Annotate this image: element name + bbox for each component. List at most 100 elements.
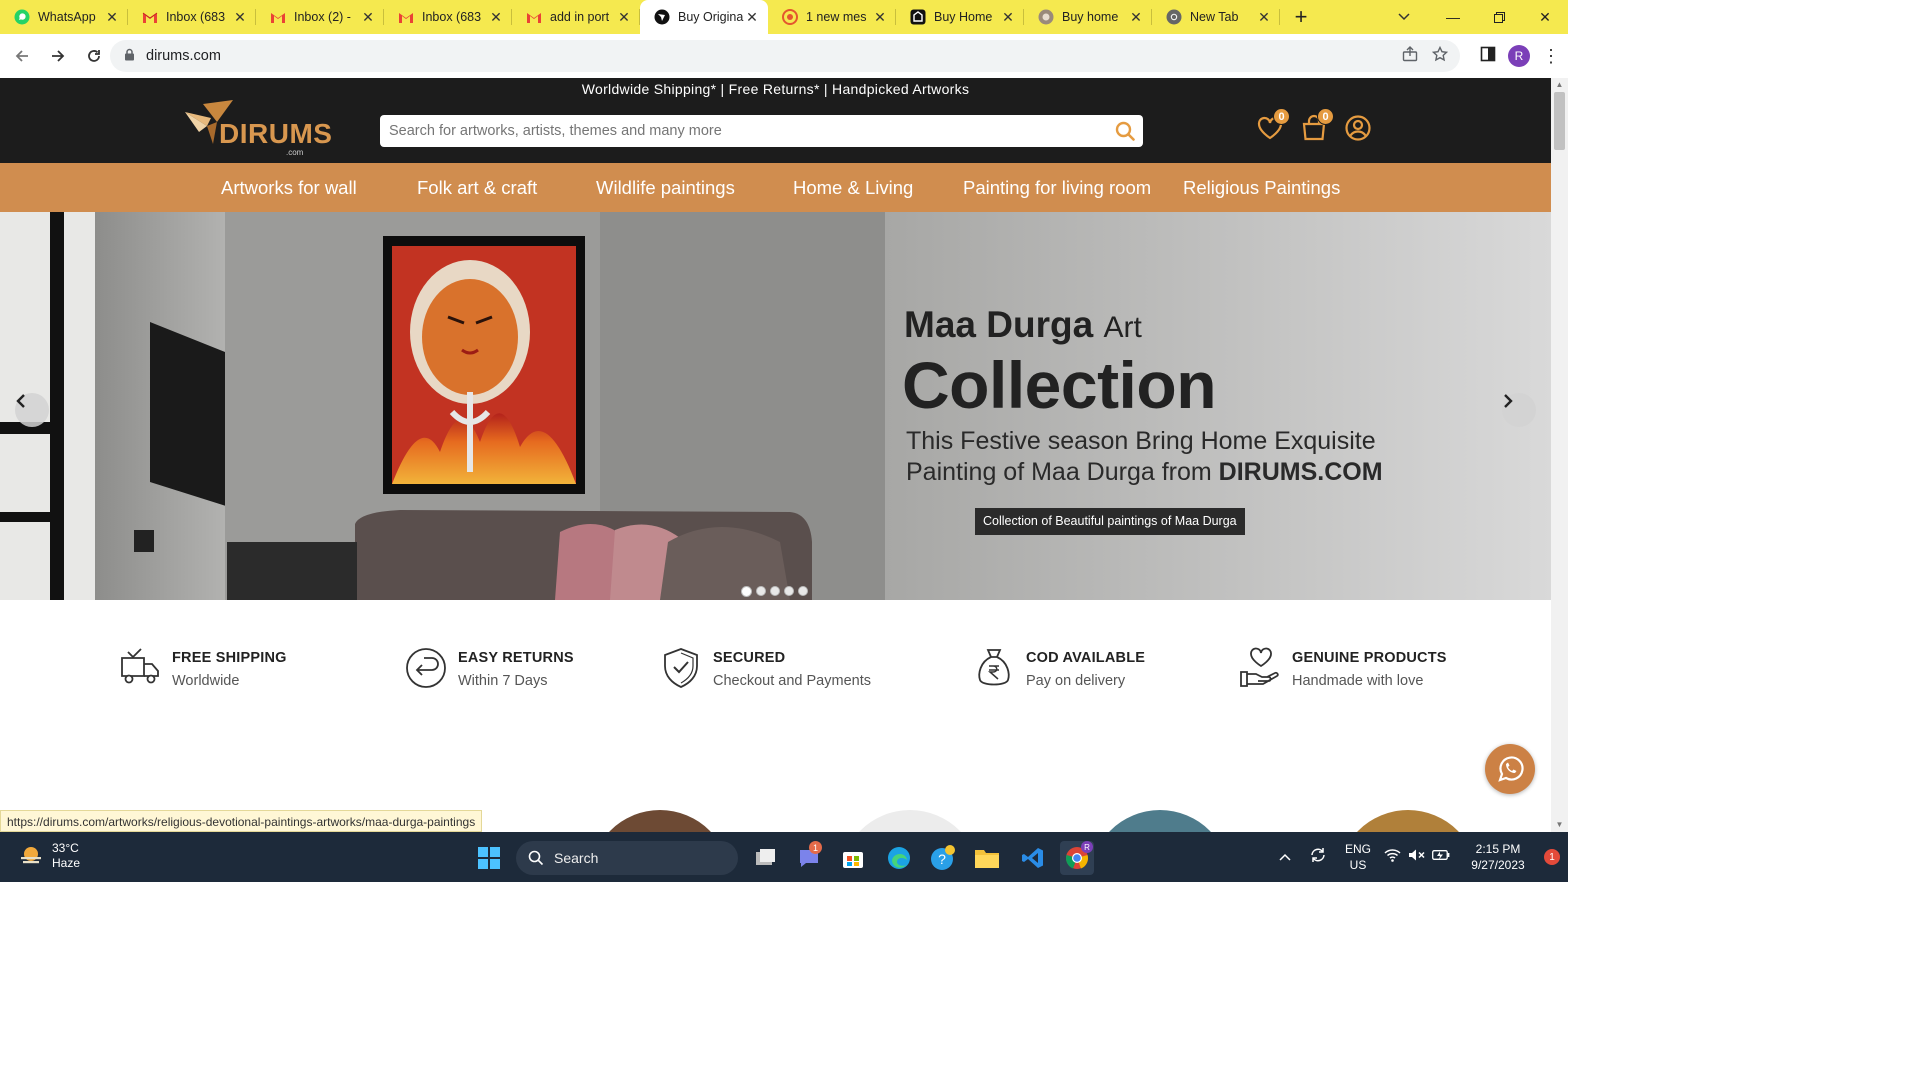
search-icon[interactable]: [1107, 115, 1143, 147]
close-icon[interactable]: ✕: [872, 9, 888, 25]
file-explorer-icon[interactable]: [970, 841, 1004, 875]
close-icon[interactable]: ✕: [104, 9, 120, 25]
help-app-icon[interactable]: ?: [926, 841, 960, 875]
feature-subtitle: Within 7 Days: [458, 673, 548, 689]
account-button[interactable]: [1344, 114, 1372, 142]
reload-icon[interactable]: [78, 40, 110, 72]
edge-browser-icon[interactable]: [882, 841, 916, 875]
slider-next-button[interactable]: [1502, 393, 1536, 427]
language-indicator[interactable]: ENG US: [1336, 841, 1380, 873]
tab-gmail-1[interactable]: Inbox (683 ✕: [128, 0, 256, 34]
nav-artworks-for-wall[interactable]: Artworks for wall: [221, 163, 357, 212]
chrome-taskbar-icon[interactable]: R: [1060, 841, 1094, 875]
back-arrow-icon[interactable]: [6, 40, 38, 72]
tab-title: WhatsApp: [38, 10, 96, 24]
language-region: US: [1349, 858, 1367, 872]
category-circle[interactable]: [1090, 810, 1230, 832]
category-circle[interactable]: [1338, 810, 1478, 832]
clock-date: 9/27/2023: [1471, 858, 1525, 872]
cart-button[interactable]: 0: [1300, 108, 1334, 142]
close-icon[interactable]: ✕: [1000, 9, 1016, 25]
minimize-icon[interactable]: —: [1430, 0, 1476, 34]
close-icon[interactable]: ✕: [744, 9, 760, 25]
close-icon[interactable]: ✕: [1128, 9, 1144, 25]
tab-gmail-3[interactable]: Inbox (683 ✕: [384, 0, 512, 34]
slider-dot[interactable]: [784, 586, 794, 596]
microsoft-store-icon[interactable]: [836, 841, 870, 875]
forward-arrow-icon[interactable]: [42, 40, 74, 72]
page-scrollbar[interactable]: ▲ ▼: [1551, 78, 1568, 832]
feature-subtitle: Worldwide: [172, 673, 240, 689]
clock[interactable]: 2:15 PM 9/27/2023: [1460, 841, 1536, 873]
hero-title-light: Art: [1103, 311, 1142, 344]
window-close-icon[interactable]: ✕: [1522, 0, 1568, 34]
slider-prev-button[interactable]: [15, 393, 49, 427]
task-view-icon[interactable]: [748, 841, 782, 875]
tab-title: Inbox (683: [422, 10, 482, 24]
tab-new-tab[interactable]: New Tab ✕: [1152, 0, 1280, 34]
close-icon[interactable]: ✕: [616, 9, 632, 25]
battery-icon[interactable]: [1428, 848, 1454, 866]
close-icon[interactable]: ✕: [488, 9, 504, 25]
close-icon[interactable]: ✕: [232, 9, 248, 25]
teams-chat-icon[interactable]: 1: [792, 841, 826, 875]
delivery-truck-icon: [121, 648, 159, 684]
close-icon[interactable]: ✕: [360, 9, 376, 25]
tray-chevron-up-icon[interactable]: [1270, 848, 1300, 866]
windows-start-icon[interactable]: [472, 841, 506, 875]
sync-icon[interactable]: [1300, 846, 1336, 869]
vscode-icon[interactable]: [1016, 841, 1050, 875]
slider-dot[interactable]: [770, 586, 780, 596]
scrollbar-thumb[interactable]: [1554, 92, 1565, 150]
hero-caption[interactable]: Collection of Beautiful paintings of Maa…: [975, 508, 1245, 535]
scroll-up-icon[interactable]: ▲: [1551, 78, 1568, 92]
tab-buy-home-1[interactable]: Buy Home ✕: [896, 0, 1024, 34]
feature-title: SECURED: [713, 650, 786, 666]
tab-whatsapp[interactable]: WhatsApp ✕: [0, 0, 128, 34]
notification-center[interactable]: 1: [1536, 849, 1568, 865]
tab-buy-home-2[interactable]: Buy home ✕: [1024, 0, 1152, 34]
tab-new-message[interactable]: 1 new mes ✕: [768, 0, 896, 34]
language-code: ENG: [1344, 842, 1371, 856]
new-tab-plus-icon[interactable]: +: [1286, 2, 1316, 32]
profile-avatar[interactable]: R: [1508, 45, 1530, 67]
tab-search-chevron-icon[interactable]: [1392, 5, 1416, 29]
message-icon: [782, 9, 798, 25]
close-icon[interactable]: ✕: [1256, 9, 1272, 25]
address-bar[interactable]: dirums.com: [110, 40, 1460, 72]
speaker-muted-icon[interactable]: [1404, 848, 1428, 867]
whatsapp-chat-button[interactable]: [1485, 744, 1535, 794]
taskbar-search[interactable]: Search: [516, 841, 738, 875]
category-circle[interactable]: [590, 810, 730, 832]
tab-title: Inbox (2) -: [294, 10, 351, 24]
wishlist-button[interactable]: 0: [1256, 108, 1290, 142]
slider-dot[interactable]: [756, 586, 766, 596]
url-text: dirums.com: [146, 48, 221, 64]
wifi-icon[interactable]: [1380, 848, 1404, 867]
kebab-menu-icon[interactable]: ⋮: [1542, 47, 1560, 65]
restore-icon[interactable]: [1476, 0, 1522, 34]
category-circle[interactable]: [840, 810, 980, 832]
tab-gmail-4[interactable]: add in port ✕: [512, 0, 640, 34]
dirums-logo[interactable]: DIRUMS .com: [183, 98, 332, 157]
sidepanel-icon[interactable]: [1480, 46, 1496, 67]
nav-painting-living-room[interactable]: Painting for living room: [963, 163, 1151, 212]
weather-widget[interactable]: 33°C Haze: [18, 841, 80, 871]
feature-title: COD AVAILABLE: [1026, 650, 1146, 666]
nav-home-living[interactable]: Home & Living: [793, 163, 913, 212]
svg-text:?: ?: [938, 851, 946, 867]
slider-dot[interactable]: [798, 586, 808, 596]
bookmark-star-icon[interactable]: [1431, 45, 1449, 66]
nav-wildlife-paintings[interactable]: Wildlife paintings: [596, 163, 735, 212]
user-circle-icon: [1345, 115, 1371, 141]
promo-strip: Worldwide Shipping* | Free Returns* | Ha…: [581, 81, 970, 97]
slider-dot[interactable]: [741, 586, 752, 597]
tab-title: Buy Origina: [678, 10, 744, 24]
site-search-input[interactable]: [389, 123, 1107, 139]
nav-folk-art-craft[interactable]: Folk art & craft: [417, 163, 537, 212]
nav-religious-paintings[interactable]: Religious Paintings: [1183, 163, 1340, 212]
scroll-down-icon[interactable]: ▼: [1551, 818, 1568, 832]
tab-dirums-active[interactable]: Buy Origina ✕: [640, 0, 768, 34]
share-icon[interactable]: [1402, 46, 1418, 66]
tab-gmail-2[interactable]: Inbox (2) - ✕: [256, 0, 384, 34]
